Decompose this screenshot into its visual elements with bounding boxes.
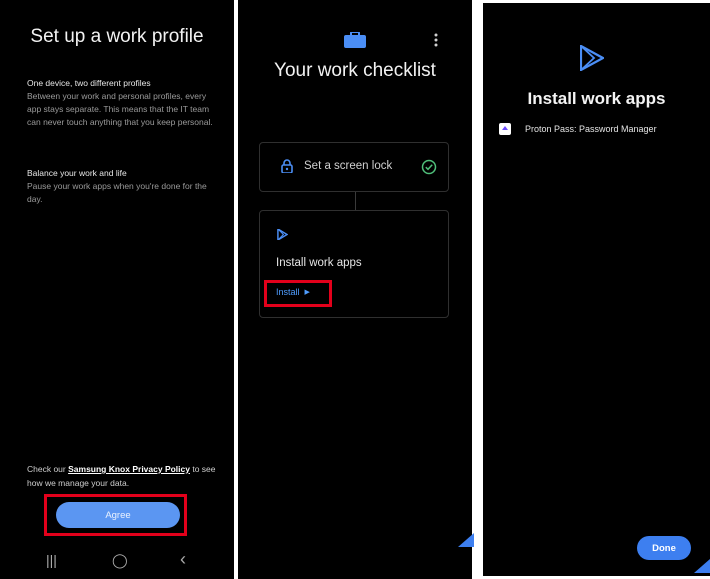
back-nav-button[interactable]: ‹ <box>180 549 186 570</box>
page-title: Install work apps <box>527 89 666 108</box>
privacy-policy-text: Check our Samsung Knox Privacy Policy to… <box>27 462 217 490</box>
home-nav-button[interactable]: ◯ <box>112 552 128 569</box>
page-title: Set up a work profile <box>30 26 204 47</box>
step-connector <box>355 192 356 210</box>
corner-marker-icon <box>694 559 710 573</box>
play-store-icon <box>580 45 604 71</box>
lock-icon <box>281 159 293 173</box>
check-circle-icon <box>421 159 437 175</box>
agree-button[interactable]: Agree <box>56 502 180 528</box>
policy-prefix: Check our <box>27 464 69 474</box>
setup-work-profile-screen: Set up a work profile One device, two di… <box>0 0 234 579</box>
privacy-policy-link[interactable]: Samsung Knox Privacy Policy <box>68 464 190 474</box>
install-work-apps-screen: Install work apps Proton Pass: Password … <box>483 3 710 576</box>
work-checklist-screen: Your work checklist Set a screen lock In… <box>238 0 472 579</box>
section1-heading: One device, two different profiles <box>27 78 151 88</box>
section2-body: Pause your work apps when you're done fo… <box>27 181 207 204</box>
install-apps-step-label: Install work apps <box>276 257 362 269</box>
proton-pass-icon <box>499 123 511 135</box>
install-highlight-box <box>264 280 332 307</box>
app-list-item[interactable]: Proton Pass: Password Manager <box>499 123 657 135</box>
section1-body: Between your work and personal profiles,… <box>27 91 213 127</box>
section2-heading: Balance your work and life <box>27 168 127 178</box>
corner-marker-icon <box>458 533 474 547</box>
play-store-icon <box>277 229 288 240</box>
recents-nav-button[interactable]: ||| <box>46 552 57 568</box>
briefcase-icon <box>344 32 366 48</box>
page-title: Your work checklist <box>274 60 436 81</box>
done-button[interactable]: Done <box>637 536 691 560</box>
screen-lock-step-label: Set a screen lock <box>304 160 393 172</box>
screen-lock-step-card[interactable]: Set a screen lock <box>259 142 449 192</box>
app-name: Proton Pass: Password Manager <box>525 124 657 134</box>
kebab-menu-icon[interactable] <box>433 32 439 48</box>
